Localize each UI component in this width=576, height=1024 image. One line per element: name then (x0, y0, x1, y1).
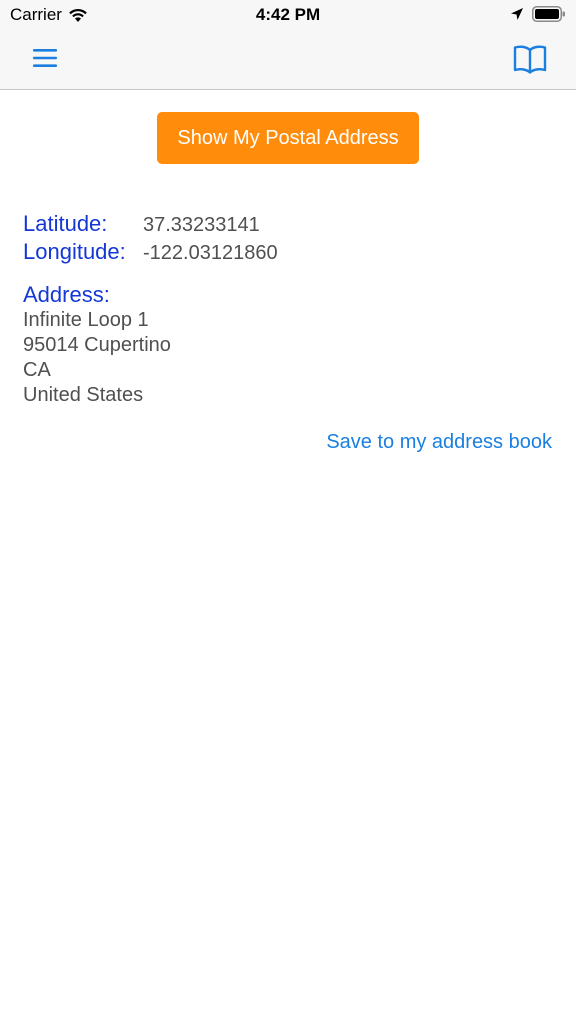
address-state: CA (23, 359, 51, 381)
app-screen: Carrier 4:42 PM Show My Postal Address L… (0, 0, 576, 1024)
status-time: 4:42 PM (255, 5, 321, 24)
address-block: Infinite Loop 1 95014 Cupertino CA Unite… (23, 308, 171, 408)
address-country: United States (23, 384, 144, 406)
latitude-label: Latitude: (23, 211, 108, 236)
status-bar: Carrier 4:42 PM (0, 0, 576, 30)
address-street: Infinite Loop 1 (23, 309, 149, 331)
address-postal-city: 95014 Cupertino (23, 334, 171, 356)
longitude-value: -122.03121860 (143, 242, 278, 264)
book-icon[interactable] (513, 44, 547, 74)
battery-icon (532, 6, 565, 22)
navigation-bar (0, 30, 576, 90)
hamburger-menu-icon[interactable] (33, 47, 57, 69)
status-right-group (510, 6, 566, 22)
location-arrow-icon (511, 8, 523, 20)
latitude-value: 37.33233141 (143, 214, 260, 236)
save-to-address-book-link[interactable]: Save to my address book (326, 430, 552, 455)
address-label: Address: (23, 282, 110, 307)
show-postal-address-button[interactable]: Show My Postal Address (157, 112, 419, 164)
longitude-label: Longitude: (23, 239, 126, 264)
